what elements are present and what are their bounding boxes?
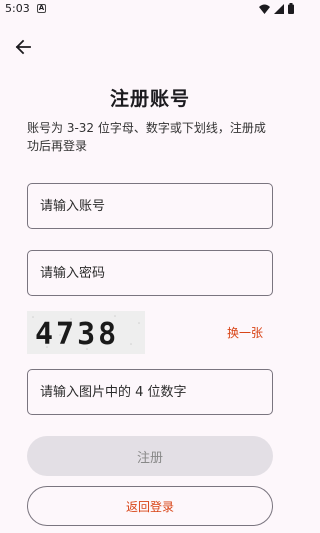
account-field[interactable] [27,183,273,229]
refresh-captcha-link[interactable]: 换一张 [227,324,263,341]
back-to-login-button[interactable]: 返回登录 [27,486,273,526]
signal-icon [274,3,284,14]
captcha-input[interactable] [28,370,272,414]
captcha-code: 4738 [35,317,119,352]
password-input[interactable] [28,251,272,295]
arrow-back-icon [15,39,31,55]
password-field[interactable] [27,250,273,296]
status-icons [259,3,294,14]
status-bar: 5:03 A [0,0,300,18]
battery-icon [288,3,294,14]
captcha-image[interactable]: 4738 [27,311,145,354]
notification-icon: A [37,4,46,13]
back-button[interactable] [10,34,36,60]
captcha-field[interactable] [27,369,273,415]
description-text: 账号为 3-32 位字母、数字或下划线，注册成功后再登录 [27,121,266,153]
status-time: 5:03 [5,2,30,15]
register-button[interactable]: 注册 [27,436,273,476]
wifi-icon [259,4,270,14]
page-title: 注册账号 [109,88,190,110]
account-input[interactable] [28,184,272,228]
